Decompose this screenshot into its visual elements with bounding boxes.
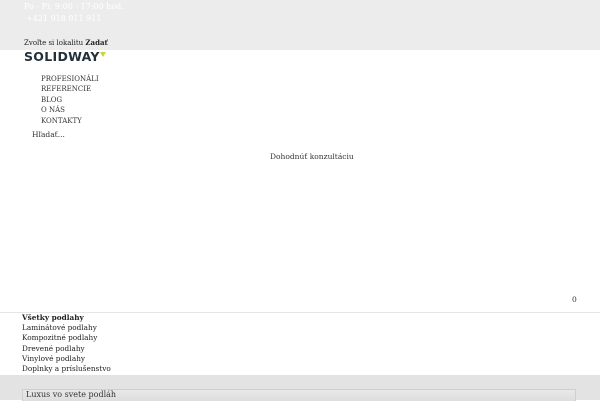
hero-box: Luxus vo svete podláh [22, 389, 576, 401]
nav-item-referencie[interactable]: REFERENCIE [41, 84, 99, 94]
category-composite[interactable]: Kompozitné podlahy [22, 333, 111, 343]
category-accessories[interactable]: Doplnky a príslušenstvo [22, 364, 111, 374]
phone-number[interactable]: +421 918 911 911 [26, 14, 101, 23]
logo-text: SOLIDWAY [24, 49, 100, 64]
category-laminate[interactable]: Laminátové podlahy [22, 323, 111, 333]
nav-item-o-nas[interactable]: O NÁS [41, 105, 99, 115]
search-input[interactable] [32, 128, 152, 140]
location-selector: Zvoľte si lokalitu Zadať [24, 38, 108, 47]
top-bar: Po - Pi: 9:00 - 17:00 hod. +421 918 911 … [0, 0, 600, 50]
category-menu: Všetky podlahy Laminátové podlahy Kompoz… [22, 313, 111, 374]
consultation-button[interactable]: Dohodnúť konzultáciu [270, 152, 354, 161]
category-all-floors[interactable]: Všetky podlahy [22, 313, 111, 323]
nav-item-blog[interactable]: BLOG [41, 95, 99, 105]
category-vinyl[interactable]: Vinylové podlahy [22, 354, 111, 364]
hero-title: Luxus vo svete podláh [26, 390, 117, 399]
category-wooden[interactable]: Drevené podlahy [22, 344, 111, 354]
main-nav: PROFESIONÁLI REFERENCIE BLOG O NÁS KONTA… [41, 74, 99, 126]
nav-item-kontakty[interactable]: KONTAKTY [41, 116, 99, 126]
logo[interactable]: SOLIDWAY [24, 50, 106, 64]
hero-banner: Luxus vo svete podláh [0, 375, 600, 401]
location-prefix: Zvoľte si lokalitu [24, 39, 84, 47]
logo-mark-icon [99, 52, 106, 57]
location-link[interactable]: Zadať [85, 38, 107, 47]
opening-hours: Po - Pi: 9:00 - 17:00 hod. [24, 2, 124, 11]
nav-item-profesionali[interactable]: PROFESIONÁLI [41, 74, 99, 84]
cart-count[interactable]: 0 [572, 295, 577, 304]
